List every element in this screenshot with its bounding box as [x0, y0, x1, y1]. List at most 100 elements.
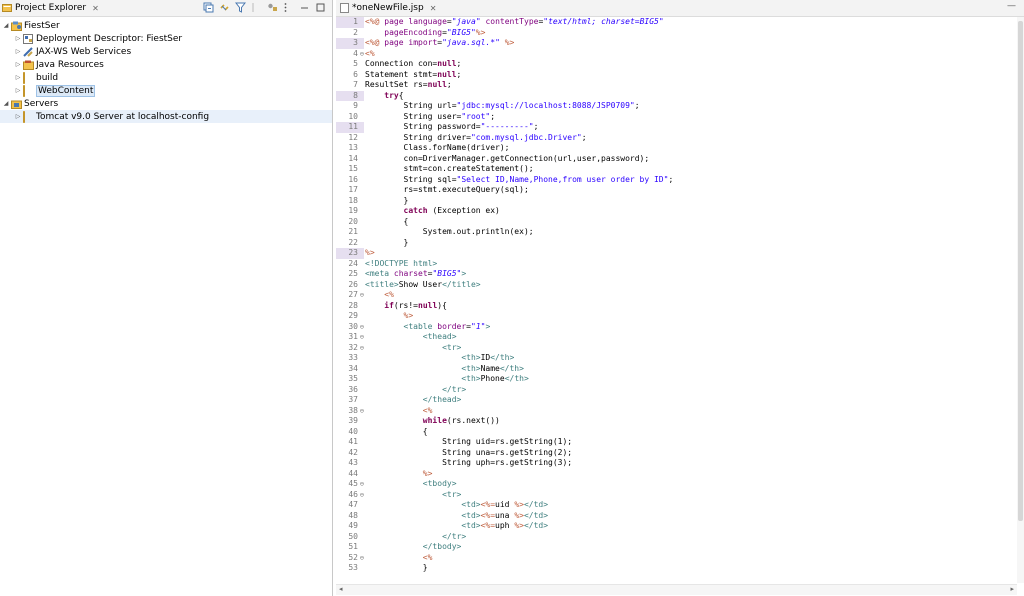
- code-line[interactable]: 20 {: [336, 217, 1016, 228]
- code-line[interactable]: 16 String sql="Select ID,Name,Phone,from…: [336, 175, 1016, 186]
- collapsed-arrow-icon[interactable]: ▷: [14, 35, 22, 42]
- code-line[interactable]: 26 <title>Show User</title>: [336, 280, 1016, 291]
- code-line[interactable]: 44 %>: [336, 469, 1016, 480]
- code-line[interactable]: 27 ⊖ <%: [336, 290, 1016, 301]
- code-line[interactable]: 33 <th>ID</th>: [336, 353, 1016, 364]
- tree-item-label: Servers: [24, 98, 59, 109]
- project-explorer-tab[interactable]: Project Explorer ✕: [0, 0, 332, 17]
- scrollbar-thumb[interactable]: [1018, 21, 1023, 521]
- collapse-all-icon[interactable]: [203, 2, 214, 13]
- tree-item-tomcat-server[interactable]: ▷ Tomcat v9.0 Server at localhost-config: [0, 110, 332, 123]
- code-line[interactable]: 48 <td><%=una %></td>: [336, 511, 1016, 522]
- code-line[interactable]: 13 Class.forName(driver);: [336, 143, 1016, 154]
- code-line[interactable]: 36 </tr>: [336, 385, 1016, 396]
- fold-toggle-icon[interactable]: ⊖: [360, 322, 364, 333]
- code-line[interactable]: 9 String url="jdbc:mysql://localhost:808…: [336, 101, 1016, 112]
- code-line[interactable]: 23 %>: [336, 248, 1016, 259]
- code-line[interactable]: 2 pageEncoding="BIG5"%>: [336, 28, 1016, 39]
- fold-toggle-icon[interactable]: ⊖: [360, 290, 364, 301]
- code-line[interactable]: 18 }: [336, 196, 1016, 207]
- minimize-icon[interactable]: [299, 2, 310, 13]
- collapsed-arrow-icon[interactable]: ▷: [14, 113, 22, 120]
- deployment-descriptor-icon: [23, 33, 34, 44]
- code-line[interactable]: 1 <%@ page language="java" contentType="t…: [336, 17, 1016, 28]
- expanded-arrow-icon[interactable]: ◢: [2, 100, 10, 107]
- code-line[interactable]: 14 con=DriverManager.getConnection(url,u…: [336, 154, 1016, 165]
- code-line[interactable]: 35 <th>Phone</th>: [336, 374, 1016, 385]
- code-line[interactable]: 37 </thead>: [336, 395, 1016, 406]
- vertical-scrollbar[interactable]: [1017, 17, 1024, 583]
- code-line[interactable]: 41 String uid=rs.getString(1);: [336, 437, 1016, 448]
- code-line[interactable]: 52 ⊖ <%: [336, 553, 1016, 564]
- fold-toggle-icon[interactable]: ⊖: [360, 553, 364, 564]
- collapsed-arrow-icon[interactable]: ▷: [14, 74, 22, 81]
- code-line[interactable]: 38 ⊖ <%: [336, 406, 1016, 417]
- tree-item-build[interactable]: ▷ build: [0, 71, 332, 84]
- collapsed-arrow-icon[interactable]: ▷: [14, 87, 22, 94]
- code-line[interactable]: 49 <td><%=uph %></td>: [336, 521, 1016, 532]
- fold-toggle-icon[interactable]: ⊖: [360, 479, 364, 490]
- code-line[interactable]: 6 Statement stmt=null;: [336, 70, 1016, 81]
- horizontal-scrollbar[interactable]: ◂ ▸: [336, 584, 1017, 595]
- expanded-arrow-icon[interactable]: ◢: [2, 22, 10, 29]
- code-line[interactable]: 29 %>: [336, 311, 1016, 322]
- fold-toggle-icon[interactable]: ⊖: [360, 332, 364, 343]
- code-line[interactable]: 17 rs=stmt.executeQuery(sql);: [336, 185, 1016, 196]
- code-line[interactable]: 39 while(rs.next()): [336, 416, 1016, 427]
- code-line[interactable]: 10 String user="root";: [336, 112, 1016, 123]
- code-line[interactable]: 32 ⊖ <tr>: [336, 343, 1016, 354]
- code-line[interactable]: 45 ⊖ <tbody>: [336, 479, 1016, 490]
- scroll-left-icon[interactable]: ◂: [339, 585, 343, 593]
- code-line[interactable]: 42 String una=rs.getString(2);: [336, 448, 1016, 459]
- code-line[interactable]: 21 System.out.println(ex);: [336, 227, 1016, 238]
- close-icon[interactable]: ✕: [430, 4, 437, 13]
- view-menu-icon[interactable]: [283, 2, 294, 13]
- code-line[interactable]: 25 <meta charset="BIG5">: [336, 269, 1016, 280]
- code-editor[interactable]: 1 <%@ page language="java" contentType="t…: [336, 17, 1016, 583]
- tree-item-jax-ws[interactable]: ▷ JAX-WS Web Services: [0, 45, 332, 58]
- code-line[interactable]: 19 catch (Exception ex): [336, 206, 1016, 217]
- tree-item-java-resources[interactable]: ▷ Java Resources: [0, 58, 332, 71]
- link-with-editor-icon[interactable]: [219, 2, 230, 13]
- filter-icon[interactable]: [234, 2, 247, 13]
- code-line[interactable]: 34 <th>Name</th>: [336, 364, 1016, 375]
- code-line[interactable]: 5 Connection con=null;: [336, 59, 1016, 70]
- code-line[interactable]: 50 </tr>: [336, 532, 1016, 543]
- focus-task-icon[interactable]: [267, 2, 278, 13]
- code-line[interactable]: 30 ⊖ <table border="1">: [336, 322, 1016, 333]
- code-line[interactable]: 3 <%@ page import="java.sql.*" %>: [336, 38, 1016, 49]
- code-line[interactable]: 31 ⊖ <thead>: [336, 332, 1016, 343]
- maximize-icon[interactable]: [315, 2, 326, 13]
- code-line[interactable]: 7 ResultSet rs=null;: [336, 80, 1016, 91]
- code-line[interactable]: 8 try{: [336, 90, 1016, 101]
- code-line[interactable]: 40 {: [336, 427, 1016, 438]
- fold-toggle-icon[interactable]: ⊖: [360, 490, 364, 501]
- fold-toggle-icon[interactable]: ⊖: [360, 49, 364, 60]
- minimize-icon[interactable]: —: [1007, 1, 1016, 11]
- fold-toggle-icon[interactable]: ⊖: [360, 343, 364, 354]
- code-line[interactable]: 43 String uph=rs.getString(3);: [336, 458, 1016, 469]
- code-line[interactable]: 22 }: [336, 238, 1016, 249]
- scroll-right-icon[interactable]: ▸: [1010, 585, 1014, 593]
- code-line[interactable]: 53 }: [336, 563, 1016, 574]
- code-line[interactable]: 11 String password="---------";: [336, 122, 1016, 133]
- code-line[interactable]: 51 </tbody>: [336, 542, 1016, 553]
- code-line[interactable]: 46 ⊖ <tr>: [336, 490, 1016, 501]
- code-line[interactable]: 47 <td><%=uid %></td>: [336, 500, 1016, 511]
- code-line[interactable]: 4 ⊖ <%: [336, 49, 1016, 60]
- code-line[interactable]: 28 if(rs!=null){: [336, 301, 1016, 312]
- code-line[interactable]: 15 stmt=con.createStatement();: [336, 164, 1016, 175]
- fold-toggle-icon[interactable]: ⊖: [360, 406, 364, 417]
- tree-item-fiestser[interactable]: ◢ FiestSer: [0, 19, 332, 32]
- close-icon[interactable]: ✕: [92, 4, 99, 13]
- editor-tab[interactable]: *oneNewFile.jsp ✕ —: [336, 0, 1024, 17]
- code-line[interactable]: 12 String driver="com.mysql.jdbc.Driver"…: [336, 133, 1016, 144]
- collapsed-arrow-icon[interactable]: ▷: [14, 61, 22, 68]
- tree-item-webcontent[interactable]: ▷ WebContent: [0, 84, 332, 97]
- code-line[interactable]: 24 <!DOCTYPE html>: [336, 259, 1016, 270]
- tree-item-deployment-descriptor[interactable]: ▷ Deployment Descriptor: FiestSer: [0, 32, 332, 45]
- collapsed-arrow-icon[interactable]: ▷: [14, 48, 22, 55]
- line-number-gutter: 50: [336, 532, 364, 543]
- code-text: {: [365, 426, 428, 436]
- tree-item-servers[interactable]: ◢ Servers: [0, 97, 332, 110]
